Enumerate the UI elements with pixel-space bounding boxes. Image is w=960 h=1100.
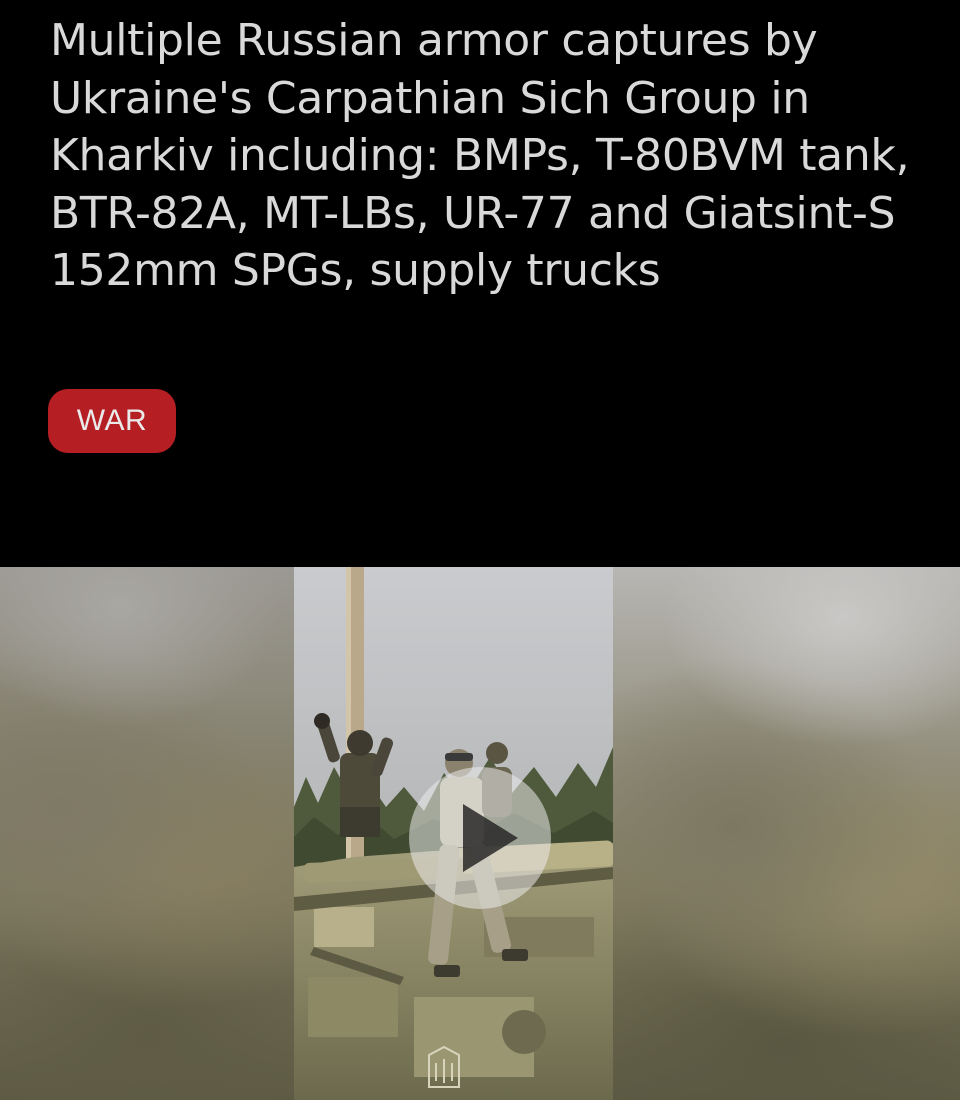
play-icon xyxy=(463,804,518,872)
category-tag-war[interactable]: WAR xyxy=(48,389,176,453)
video-blurred-backdrop-left xyxy=(0,567,294,1100)
play-button[interactable] xyxy=(409,767,551,909)
article-headline: Multiple Russian armor captures by Ukrai… xyxy=(50,15,910,296)
video-blurred-backdrop-right xyxy=(613,567,960,1100)
video-player[interactable] xyxy=(0,567,960,1100)
article-header: Multiple Russian armor captures by Ukrai… xyxy=(0,0,960,567)
